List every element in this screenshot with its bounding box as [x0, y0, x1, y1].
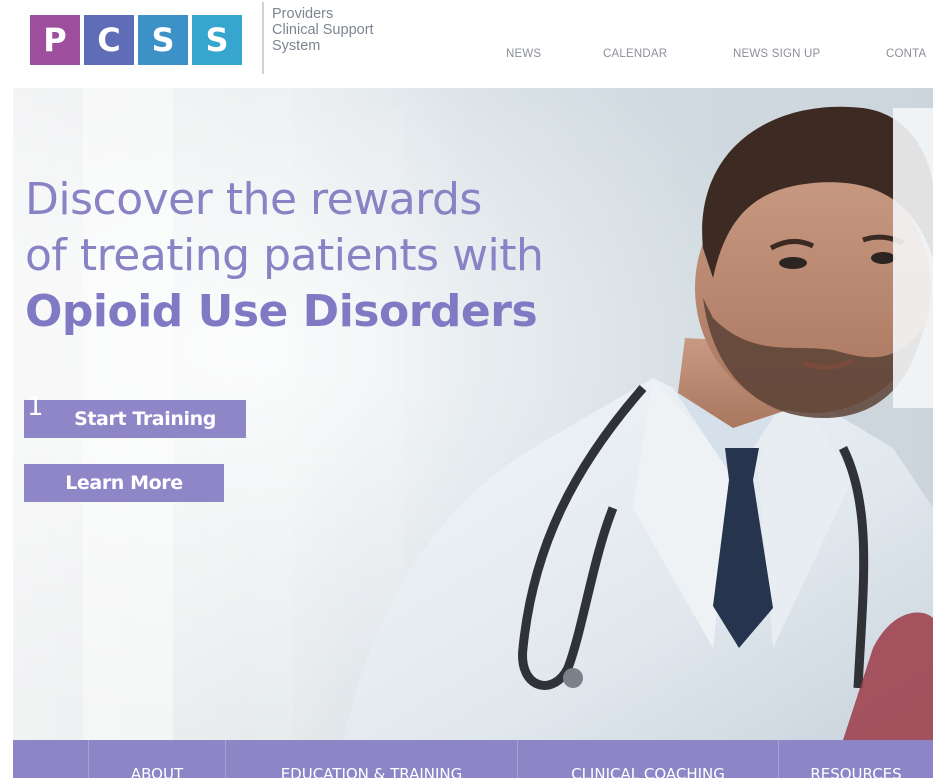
nav-news-sign-up[interactable]: NEWS SIGN UP [733, 48, 820, 60]
nav-news[interactable]: NEWS [506, 48, 541, 60]
logo-wordmark: Providers Clinical Support System [272, 6, 374, 54]
bottom-nav-clinical-coaching[interactable]: CLINICAL COACHING [518, 740, 778, 783]
nav-calendar[interactable]: CALENDAR [603, 48, 667, 60]
logo-line-1: Providers [272, 6, 334, 22]
hero-headline: Discover the rewards of treating patient… [25, 172, 544, 340]
learn-more-button[interactable]: Learn More [24, 464, 224, 502]
headline-line-2: of treating patients with [25, 230, 544, 281]
bottom-nav: ABOUT EDUCATION & TRAINING CLINICAL COAC… [13, 740, 933, 783]
bottom-nav-about-label: ABOUT [130, 765, 184, 783]
step-marker: 1 [27, 392, 44, 422]
bottom-nav-resources[interactable]: RESOURCES [779, 740, 933, 783]
nav-contact[interactable]: CONTA [886, 48, 926, 60]
top-nav: NEWS CALENDAR NEWS SIGN UP CONTA [0, 48, 940, 64]
bottom-nav-about[interactable]: ABOUT [89, 740, 225, 783]
bottom-nav-resources-label: RESOURCES [810, 765, 902, 783]
site-header: P C S S Providers Clinical Support Syste… [0, 0, 940, 80]
logo-line-2: Clinical Support [272, 22, 374, 38]
start-training-button[interactable]: Start Training [24, 400, 246, 438]
bottom-nav-education-training[interactable]: EDUCATION & TRAINING [226, 740, 517, 783]
headline-line-1: Discover the rewards [25, 174, 482, 225]
headline-line-3: Opioid Use Disorders [25, 286, 538, 337]
hero-banner: Discover the rewards of treating patient… [13, 88, 933, 740]
start-training-label: Start Training [74, 408, 216, 430]
learn-more-label: Learn More [65, 472, 183, 494]
bottom-nav-education-label: EDUCATION & TRAINING [280, 765, 463, 783]
bottom-nav-coaching-label: CLINICAL COACHING [571, 765, 725, 783]
